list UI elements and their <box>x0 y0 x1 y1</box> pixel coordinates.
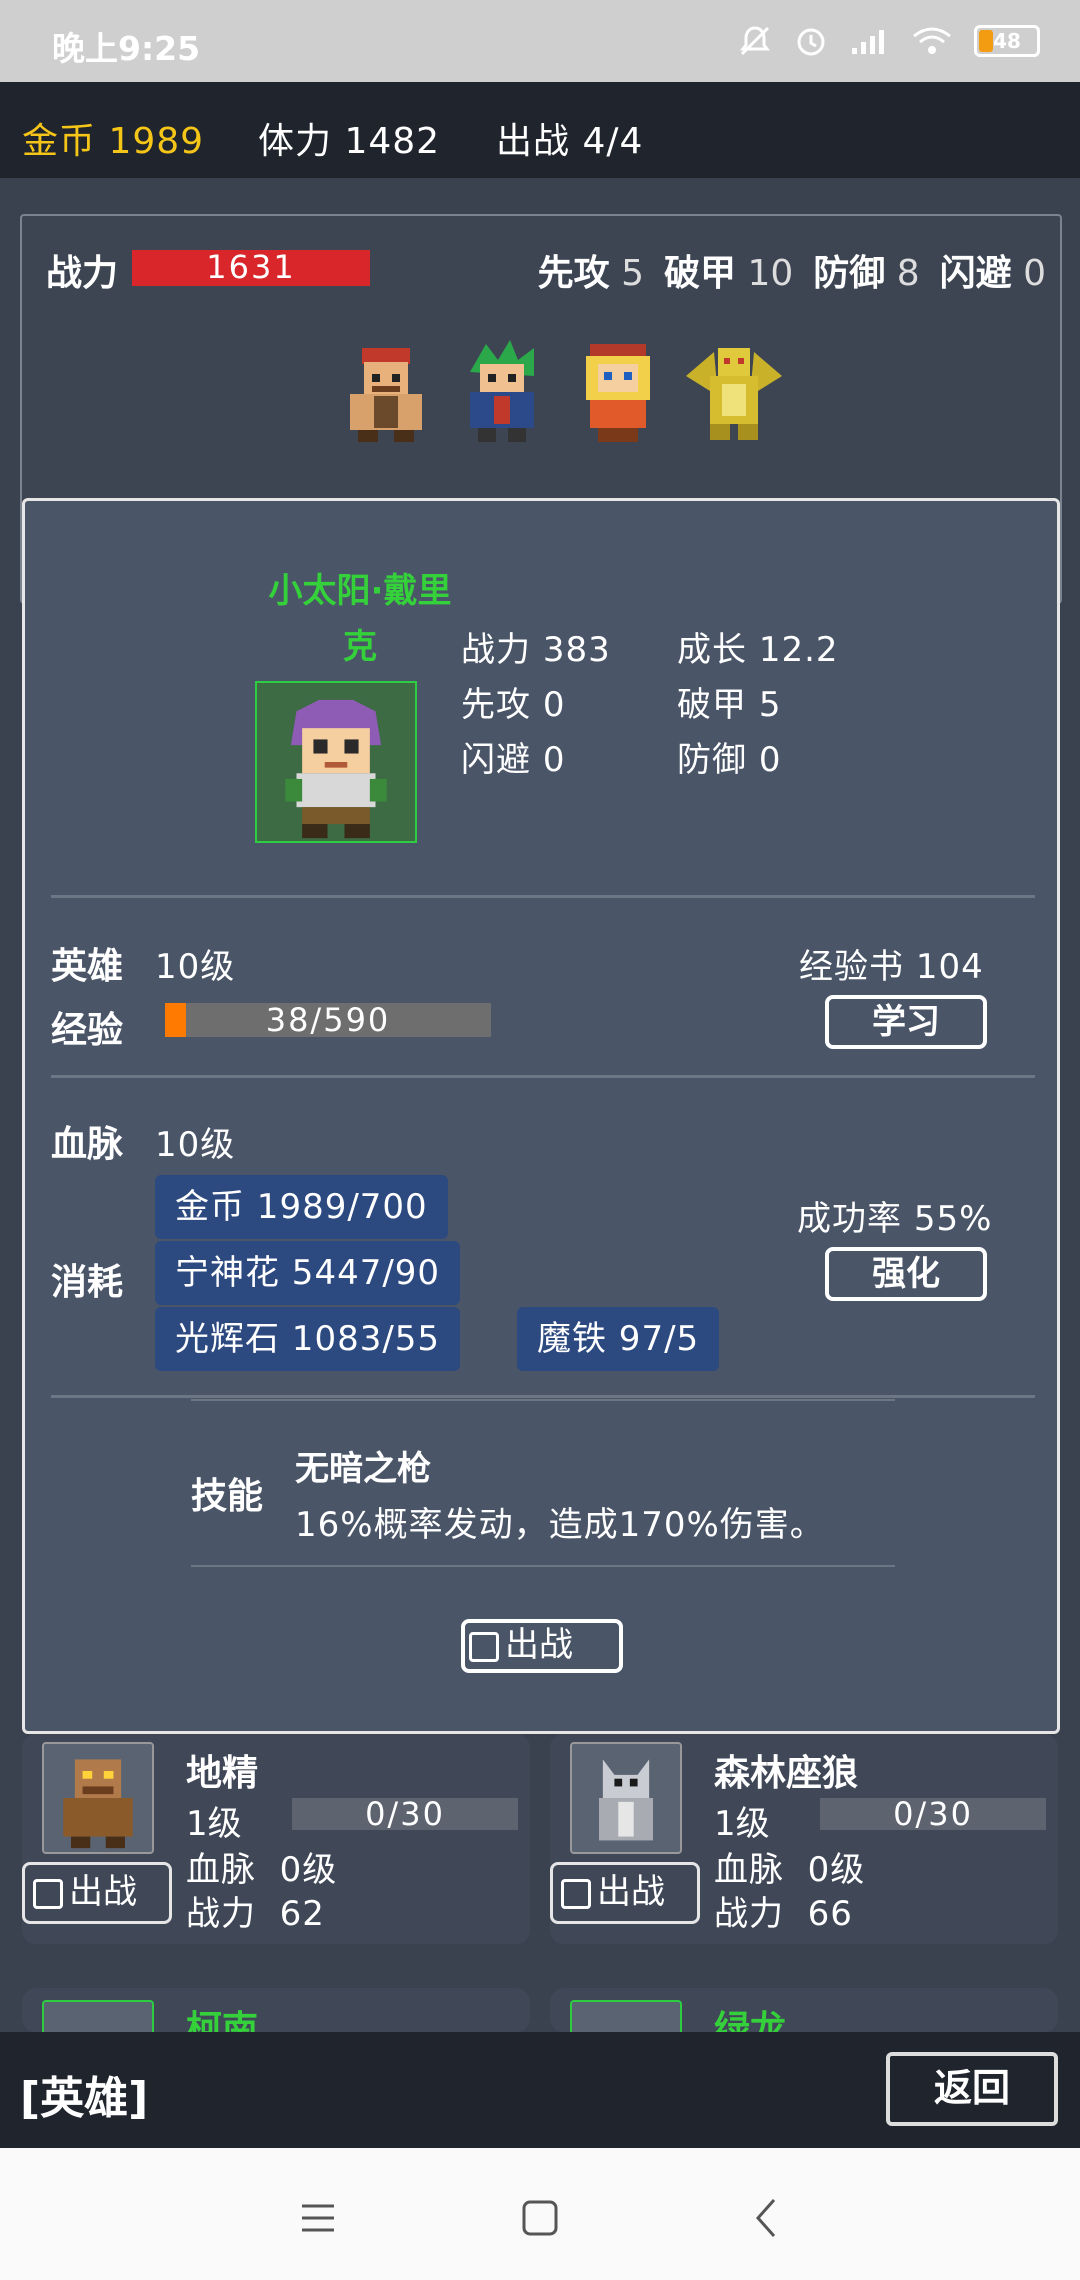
signal-icon <box>852 30 884 54</box>
screen-title: [英雄] <box>20 2073 149 2124</box>
skill-top-line <box>191 1399 895 1401</box>
party-lineup <box>330 336 790 448</box>
card-level: 1级 <box>186 1804 242 1844</box>
team-stat-defense: 防御 8 <box>813 253 920 294</box>
consume-label: 消耗 <box>51 1262 124 1303</box>
hero-card-conan[interactable]: 柯南 <box>22 1988 530 2032</box>
card-cp: 战力 66 <box>714 1894 853 1934</box>
exp-text: 38/590 <box>265 1001 391 1039</box>
stamina-resource: 体力 1482 <box>258 121 441 162</box>
hero-stat-pierce: 破甲 5 <box>677 685 782 725</box>
conan-portrait <box>42 2000 154 2032</box>
cost-flower: 宁神花 5447/90 <box>155 1241 461 1305</box>
hero-card-green-dragon[interactable]: 绿龙 <box>550 1988 1058 2032</box>
hero-stat-first: 先攻 0 <box>461 685 566 725</box>
deploy-checkbox[interactable]: 出战 <box>550 1862 700 1924</box>
exp-book-count: 经验书 104 <box>799 947 984 987</box>
cost-magic-iron: 魔铁 97/5 <box>517 1307 720 1371</box>
exp-bar: 38/590 <box>165 1003 491 1037</box>
exp-label: 经验 <box>51 1010 124 1051</box>
home-icon[interactable] <box>510 2188 570 2248</box>
checkbox-icon <box>469 1631 499 1662</box>
skill-label: 技能 <box>191 1476 264 1517</box>
cost-gold: 金币 1989/700 <box>155 1175 448 1239</box>
skill-description: 16%概率发动，造成170%伤害。 <box>295 1505 825 1545</box>
resource-bar: 金币 1989 体力 1482 出战 4/4 <box>0 82 1080 178</box>
navigation-bar <box>0 2148 1080 2280</box>
bloodline-label: 血脉 <box>51 1124 124 1165</box>
card-name: 森林座狼 <box>714 1753 859 1794</box>
golden-dragon-sprite[interactable] <box>678 336 790 448</box>
deploy-toggle[interactable]: 出战 <box>461 1619 623 1673</box>
team-stat-dodge: 闪避 0 <box>939 253 1046 294</box>
hero-card-goblin[interactable]: 地精 1级 0/30 血脉 0级 战力 62 出战 <box>22 1734 530 1944</box>
deploy-checkbox[interactable]: 出战 <box>22 1862 172 1924</box>
bottom-bar: [英雄] 返回 <box>0 2032 1080 2148</box>
hero-level: 10级 <box>155 947 236 987</box>
card-name: 绿龙 <box>714 2009 787 2032</box>
hero-portrait <box>255 681 417 843</box>
card-level: 1级 <box>714 1804 770 1844</box>
deploy-count: 出战 4/4 <box>496 121 644 162</box>
hero-stat-defense: 防御 0 <box>677 740 782 780</box>
enhance-button[interactable]: 强化 <box>825 1247 987 1301</box>
card-bloodline: 血脉 0级 <box>714 1850 866 1890</box>
checkbox-icon <box>33 1878 63 1909</box>
back-nav-icon[interactable] <box>738 2188 798 2248</box>
hero-detail-modal: 小太阳·戴里 克 战力 383 成长 12.2 先攻 0 破甲 5 闪避 0 防御 0… <box>22 498 1060 1734</box>
warrior-sprite[interactable] <box>330 336 442 448</box>
green-dragon-portrait <box>570 2000 682 2032</box>
back-button[interactable]: 返回 <box>886 2052 1058 2126</box>
hero-name: 小太阳·戴里 克 <box>268 571 452 667</box>
team-stat-first: 先攻 5 <box>537 253 644 294</box>
bloodline-level: 10级 <box>155 1125 236 1165</box>
hero-stat-dodge: 闪避 0 <box>461 740 566 780</box>
card-name: 地精 <box>186 1753 259 1794</box>
wifi-icon <box>913 27 951 54</box>
card-exp-bar: 0/30 <box>292 1798 518 1830</box>
menu-icon[interactable] <box>288 2188 348 2248</box>
checkbox-icon <box>561 1878 591 1909</box>
hero-card-forest-wolf[interactable]: 森林座狼 1级 0/30 血脉 0级 战力 66 出战 <box>550 1734 1058 1944</box>
battery-icon: 48 <box>974 25 1040 57</box>
divider <box>51 1395 1035 1398</box>
card-cp: 战力 62 <box>186 1894 325 1934</box>
bell-off-icon <box>740 26 770 56</box>
gold-resource: 金币 1989 <box>22 121 205 162</box>
cost-radiant-stone: 光辉石 1083/55 <box>155 1307 461 1371</box>
status-time: 晚上9:25 <box>52 29 201 68</box>
alarm-icon <box>797 28 825 56</box>
status-bar: 晚上9:25 48 <box>0 0 1080 82</box>
skill-bottom-line <box>191 1565 895 1567</box>
learn-button[interactable]: 学习 <box>825 995 987 1049</box>
team-cp-label: 战力 <box>46 253 119 294</box>
divider <box>51 1075 1035 1078</box>
success-rate: 成功率 55% <box>797 1199 993 1239</box>
blonde-girl-sprite[interactable] <box>562 336 674 448</box>
wolf-portrait <box>570 1742 682 1854</box>
green-hair-fighter-sprite[interactable] <box>446 336 558 448</box>
hero-level-label: 英雄 <box>51 946 124 987</box>
team-stat-pierce: 破甲 10 <box>663 253 794 294</box>
card-bloodline: 血脉 0级 <box>186 1850 338 1890</box>
divider <box>51 895 1035 898</box>
team-cp-bar: 1631 <box>132 250 370 286</box>
skill-name: 无暗之枪 <box>295 1449 431 1489</box>
goblin-portrait <box>42 1742 154 1854</box>
card-name: 柯南 <box>186 2009 259 2032</box>
hero-stat-growth: 成长 12.2 <box>677 630 839 670</box>
hero-stat-cp: 战力 383 <box>461 630 611 670</box>
hero-stats: 战力 383 成长 12.2 先攻 0 破甲 5 闪避 0 防御 0 <box>461 623 839 788</box>
card-exp-bar: 0/30 <box>820 1798 1046 1830</box>
team-stats: 先攻 5 破甲 10 防御 8 闪避 0 <box>538 244 1046 296</box>
